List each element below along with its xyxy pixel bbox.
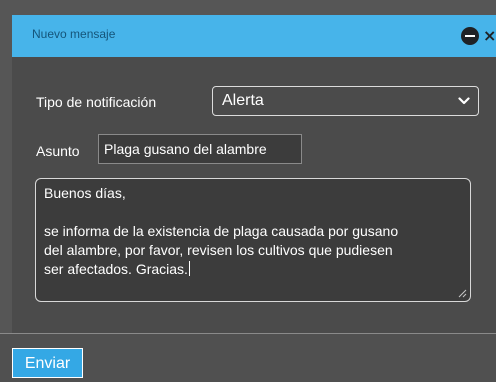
notification-type-select[interactable]: Alerta	[212, 86, 479, 116]
text-caret	[188, 261, 190, 276]
subject-input[interactable]: Plaga gusano del alambre	[98, 134, 302, 164]
notification-type-label: Tipo de notificación	[36, 94, 157, 110]
message-line: se informa de la existencia de plaga cau…	[44, 223, 399, 239]
chevron-down-icon	[458, 97, 470, 105]
new-message-dialog: Nuevo mensaje × Tipo de notificación Ale…	[0, 0, 496, 382]
resize-grip-icon[interactable]	[458, 289, 467, 298]
dialog-titlebar[interactable]: Nuevo mensaje ×	[12, 15, 496, 57]
message-line-last: ser afectados. Gracias.	[44, 260, 462, 279]
message-textarea[interactable]: Buenos días, se informa de la existencia…	[35, 178, 471, 302]
send-button[interactable]: Enviar	[12, 348, 83, 378]
dialog-footer: Enviar	[0, 334, 496, 382]
notification-type-value: Alerta	[222, 92, 264, 109]
close-icon[interactable]: ×	[483, 24, 496, 48]
minimize-icon[interactable]	[461, 27, 479, 45]
message-line: Buenos días,	[44, 185, 126, 201]
dialog-body: Tipo de notificación Alerta Asunto Plaga…	[12, 57, 496, 333]
subject-label: Asunto	[36, 143, 80, 159]
message-line: del alambre, por favor, revisen los cult…	[44, 242, 393, 258]
dialog-title: Nuevo mensaje	[32, 27, 116, 41]
message-line-text: ser afectados. Gracias.	[44, 261, 188, 277]
